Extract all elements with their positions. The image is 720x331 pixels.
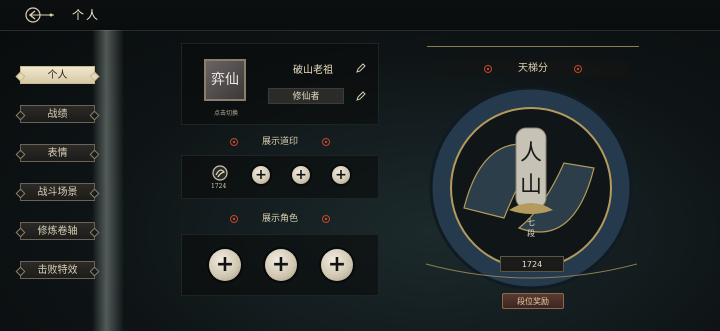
sidebar-item-emote[interactable]: 表情 [20, 144, 95, 162]
sidebar-item-label: 修炼卷轴 [37, 226, 78, 237]
profile-panel: 弈仙 点击切换 破山老祖 修仙者 [181, 43, 379, 125]
ornament-icon [230, 138, 238, 146]
sidebar-item-label: 战斗场景 [37, 187, 78, 198]
rank-tier-2: 段 [527, 228, 535, 238]
rank-tier-1: 七 [527, 218, 535, 227]
ladder-header-label: 天梯分 [518, 63, 548, 74]
roles-header: 展示角色 [181, 212, 379, 226]
rank-reward-button[interactable]: 段位奖励 [502, 293, 564, 309]
roles-row: + + + [181, 234, 379, 296]
edit-title-icon[interactable] [356, 91, 366, 101]
seals-header: 展示道印 [181, 135, 379, 149]
sidebar-item-scroll[interactable]: 修炼卷轴 [20, 222, 95, 240]
sidebar-item-battle-scene[interactable]: 战斗场景 [20, 183, 95, 201]
sidebar-item-label: 战绩 [47, 109, 68, 120]
sidebar-item-label: 个人 [47, 70, 68, 81]
sidebar-item-label: 表情 [47, 148, 68, 159]
edit-name-icon[interactable] [356, 63, 366, 73]
player-name: 破山老祖 [293, 65, 333, 76]
sidebar-item-record[interactable]: 战绩 [20, 105, 95, 123]
add-seal-button[interactable]: + [252, 166, 270, 184]
avatar[interactable]: 弈仙 [204, 59, 246, 101]
rank-glyph-top: 人 [520, 141, 542, 166]
add-seal-button[interactable]: + [292, 166, 310, 184]
ornament-icon [322, 215, 330, 223]
add-role-button[interactable]: + [209, 249, 241, 281]
seals-header-label: 展示道印 [261, 137, 298, 147]
ornament-icon [574, 65, 582, 73]
back-arrow-icon[interactable] [24, 7, 56, 23]
seal-icon[interactable] [210, 163, 230, 183]
ladder-header: 天梯分 [437, 61, 629, 77]
ladder-score: 1724 [500, 256, 564, 272]
rank-glyph-bottom: 山 [520, 173, 542, 198]
player-title: 修仙者 [268, 88, 344, 104]
sidebar-item-personal[interactable]: 个人 [20, 66, 95, 84]
sidebar-item-label: 击败特效 [37, 265, 78, 276]
ornament-icon [322, 138, 330, 146]
ornament-icon [484, 65, 492, 73]
top-bar: 个人 [0, 0, 720, 31]
add-role-button[interactable]: + [265, 249, 297, 281]
sidebar: 个人 战绩 表情 战斗场景 修炼卷轴 击败特效 [0, 30, 120, 331]
seals-row: 1724 + + + [181, 155, 379, 199]
add-seal-button[interactable]: + [332, 166, 350, 184]
add-role-button[interactable]: + [321, 249, 353, 281]
page-title: 个人 [72, 8, 101, 22]
sidebar-item-defeat-effect[interactable]: 击败特效 [20, 261, 95, 279]
divider [427, 46, 639, 47]
roles-header-label: 展示角色 [261, 214, 298, 224]
ornament-icon [230, 215, 238, 223]
seal-value: 1724 [211, 183, 227, 190]
avatar-caption: 点击切换 [213, 110, 238, 117]
